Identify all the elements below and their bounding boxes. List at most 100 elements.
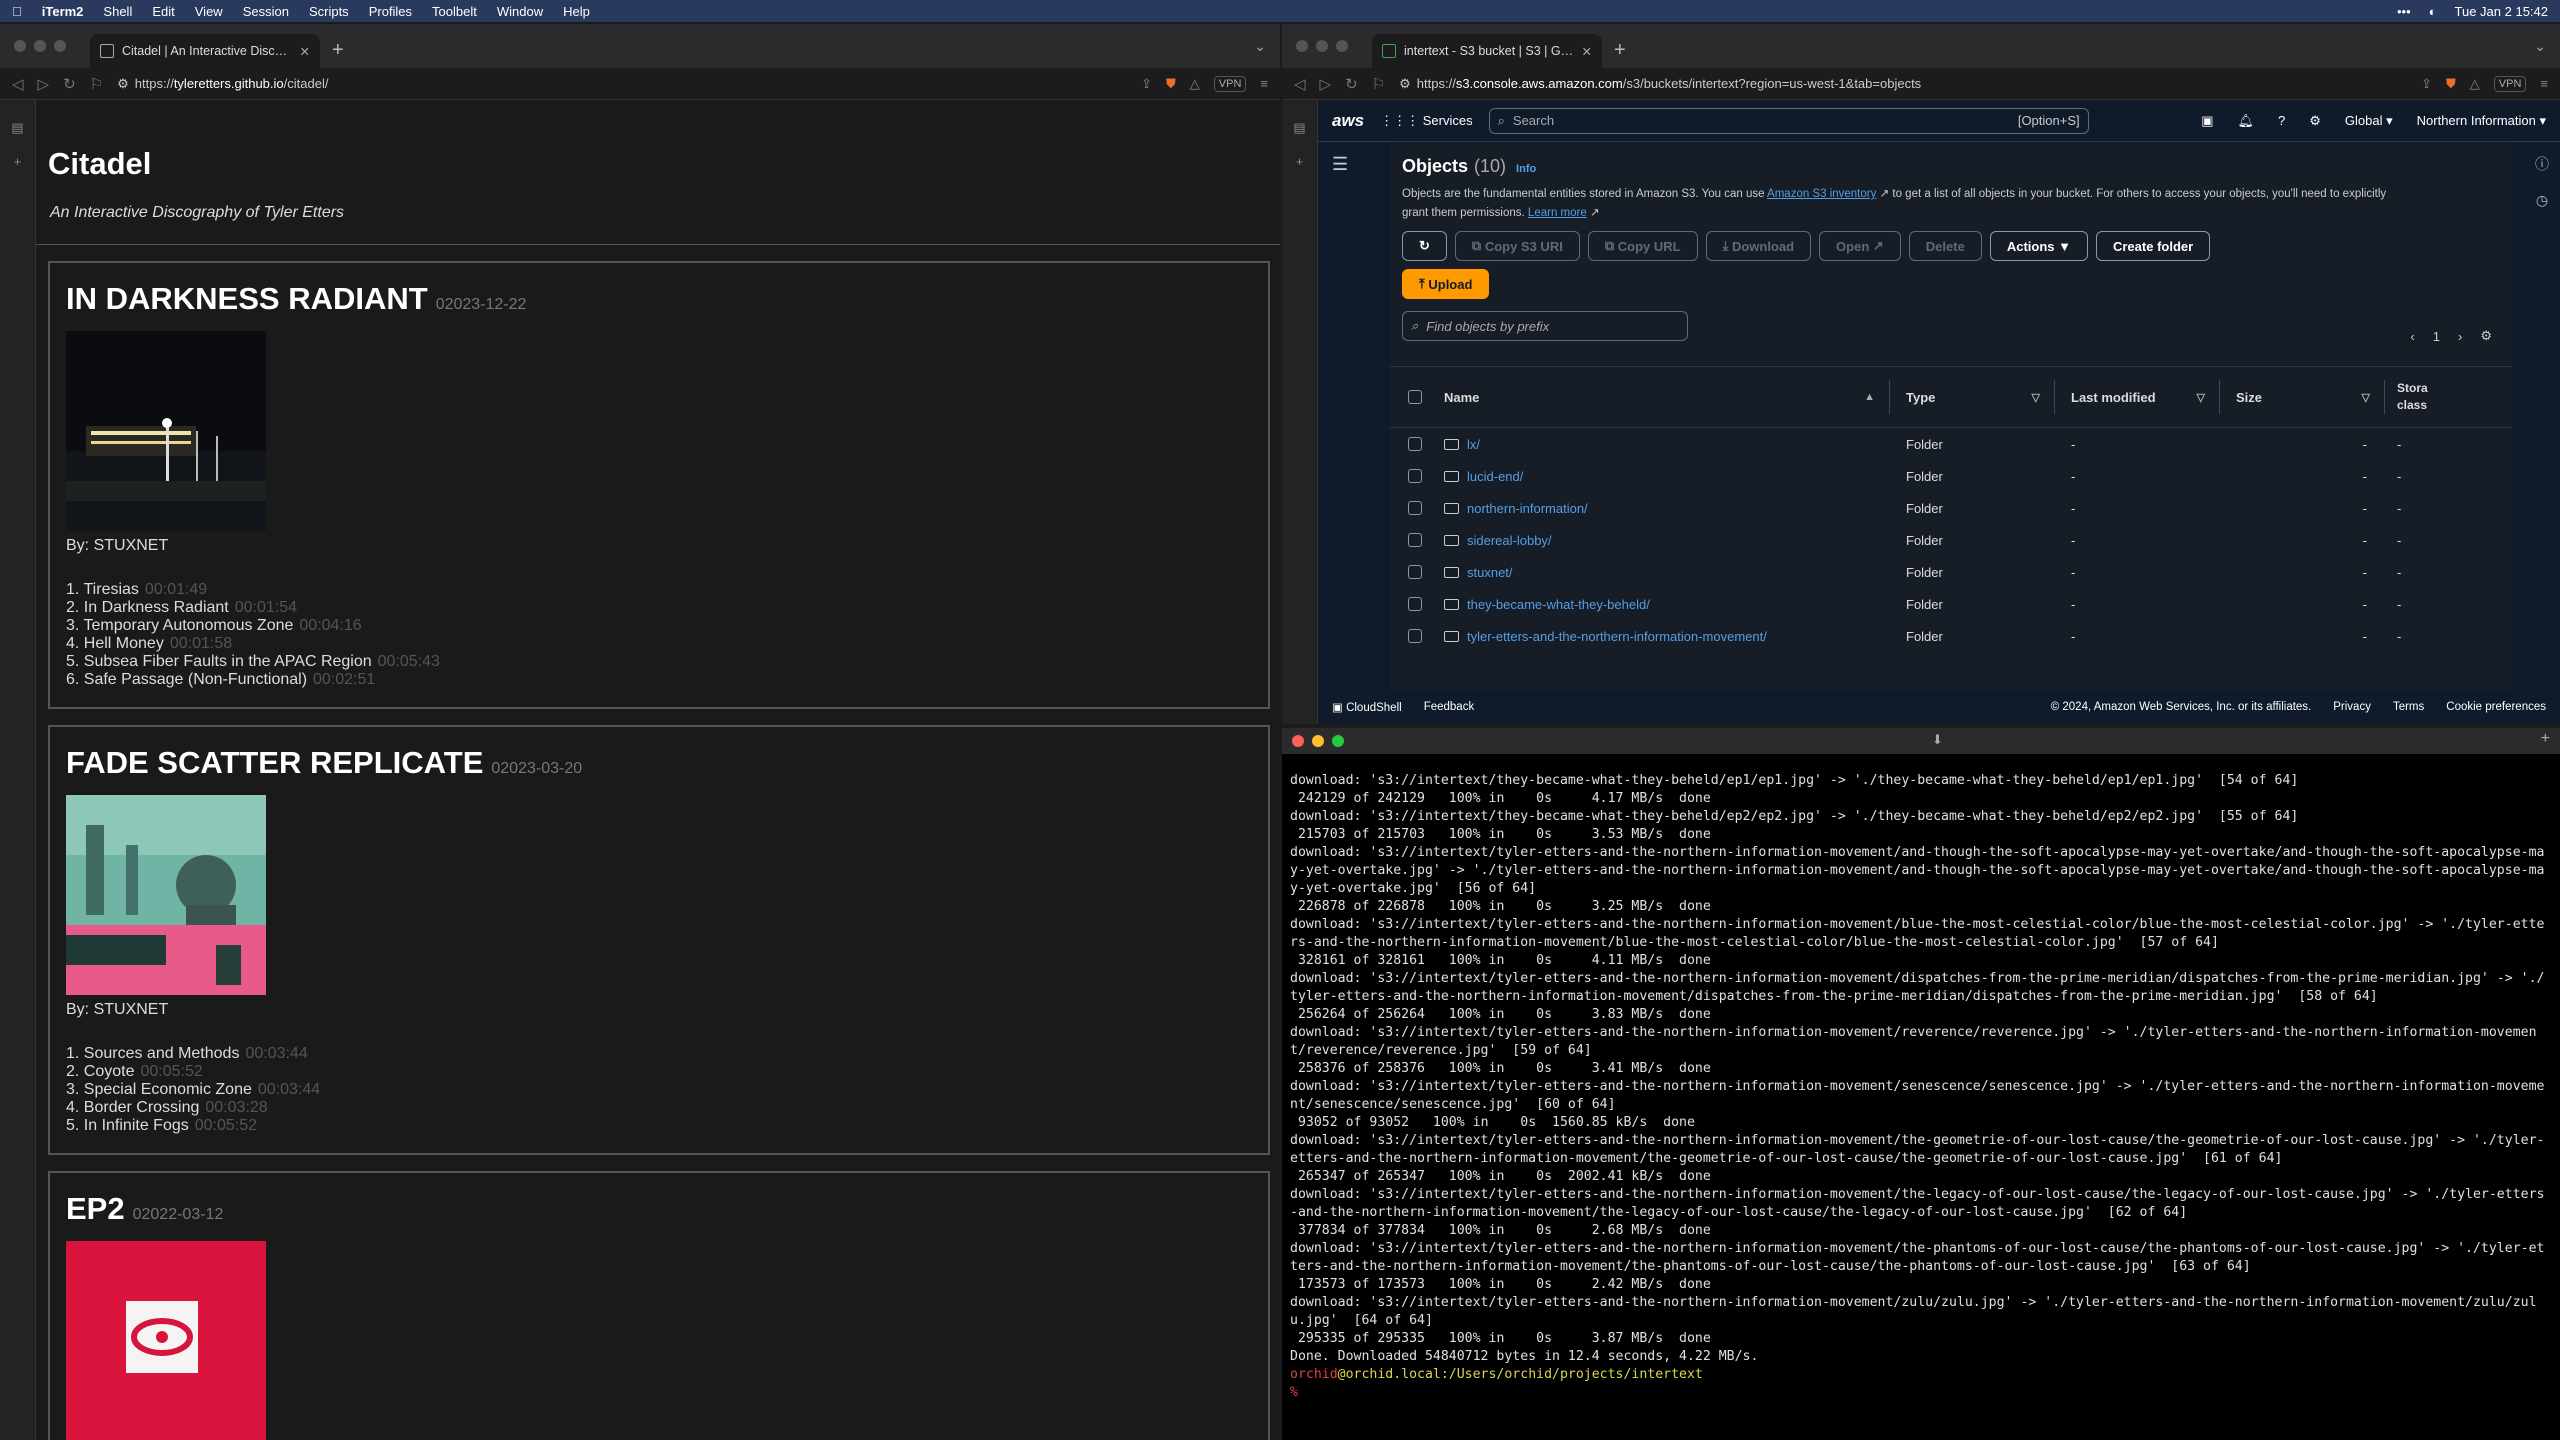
row-checkbox[interactable] (1408, 533, 1422, 547)
album-cover[interactable] (66, 795, 266, 995)
upload-button[interactable]: ⤒ Upload (1402, 269, 1490, 299)
col-type[interactable]: Type ▽ (1890, 380, 2055, 414)
gear-icon[interactable]: ⚙ (2309, 113, 2321, 129)
forward-icon[interactable]: ▷ (38, 75, 50, 93)
folder-link[interactable]: tyler-etters-and-the-northern-informatio… (1467, 629, 1767, 644)
row-checkbox[interactable] (1408, 501, 1422, 515)
privacy-link[interactable]: Privacy (2333, 701, 2371, 713)
control-center-icon[interactable]: ◐ (2429, 4, 2437, 19)
refresh-button[interactable]: ↻ (1402, 231, 1447, 261)
col-name[interactable]: Name ▲ (1440, 380, 1890, 414)
minimize-window-button[interactable] (34, 40, 46, 52)
folder-link[interactable]: sidereal-lobby/ (1467, 533, 1552, 548)
track-item[interactable]: 4. Border Crossing 00:03:28 (66, 1099, 1252, 1117)
track-item[interactable]: 2. In Darkness Radiant 00:01:54 (66, 599, 1252, 617)
track-item[interactable]: 5. In Infinite Fogs 00:05:52 (66, 1117, 1252, 1135)
url-field[interactable]: ⚙ https://s3.console.aws.amazon.com/s3/b… (1399, 72, 2407, 96)
close-tab-icon[interactable]: ✕ (1582, 44, 1592, 59)
row-checkbox[interactable] (1408, 565, 1422, 579)
reload-icon[interactable]: ↻ (63, 75, 76, 93)
col-modified[interactable]: Last modified ▽ (2055, 380, 2220, 414)
sidebar-panel-icon[interactable]: ▤ (1293, 120, 1305, 136)
apple-icon[interactable]:  (12, 4, 22, 19)
hamburger-icon[interactable]: ☰ (1318, 142, 1378, 690)
aws-search-input[interactable]: ⌕ Search [Option+S] (1488, 107, 2089, 134)
track-item[interactable]: 2. Coyote 00:05:52 (66, 1063, 1252, 1081)
more-icon[interactable]: ••• (2397, 4, 2411, 19)
row-checkbox[interactable] (1408, 597, 1422, 611)
cloudshell-link[interactable]: ▣ CloudShell (1332, 700, 1402, 714)
track-item[interactable]: 1. Tiresias 00:01:49 (66, 581, 1252, 599)
forward-icon[interactable]: ▷ (1320, 75, 1332, 93)
sidebar-add-icon[interactable]: + (1296, 154, 1304, 169)
share-icon[interactable]: ⇪ (2421, 76, 2432, 92)
menu-item-scripts[interactable]: Scripts (309, 4, 349, 19)
copy-s3-uri-button[interactable]: ⧉ Copy S3 URI (1454, 231, 1580, 261)
info-link[interactable]: Info (1516, 163, 1536, 175)
album-cover[interactable] (66, 1241, 266, 1440)
row-checkbox[interactable] (1408, 629, 1422, 643)
info-panel-icon[interactable]: ⓘ (2535, 154, 2549, 174)
next-page-icon[interactable]: › (2458, 329, 2462, 344)
prev-page-icon[interactable]: ‹ (2410, 329, 2414, 344)
actions-button[interactable]: Actions ▼ (1989, 231, 2088, 261)
folder-link[interactable]: stuxnet/ (1467, 565, 1513, 580)
track-item[interactable]: 4. Hell Money 00:01:58 (66, 635, 1252, 653)
menu-app-name[interactable]: iTerm2 (42, 4, 84, 19)
folder-link[interactable]: northern-information/ (1467, 501, 1588, 516)
menu-icon[interactable]: ≡ (2540, 76, 2548, 91)
folder-link[interactable]: they-became-what-they-beheld/ (1467, 597, 1650, 612)
tab-list-chevron-icon[interactable]: ⌄ (1254, 38, 1266, 55)
brave-shield-icon[interactable]: ⛊ (2446, 76, 2456, 92)
close-tab-icon[interactable]: ✕ (300, 44, 310, 59)
zoom-window-button[interactable] (1332, 735, 1344, 747)
menu-item-shell[interactable]: Shell (103, 4, 132, 19)
col-size[interactable]: Size ▽ (2220, 380, 2385, 414)
folder-link[interactable]: lx/ (1467, 437, 1480, 452)
open-button[interactable]: Open ↗ (1819, 231, 1901, 261)
inventory-link[interactable]: Amazon S3 inventory (1767, 188, 1876, 200)
track-item[interactable]: 6. Safe Passage (Non-Functional) 00:02:51 (66, 671, 1252, 689)
menu-icon[interactable]: ≡ (1260, 76, 1268, 91)
close-window-button[interactable] (1292, 735, 1304, 747)
download-button[interactable]: ⤓ Download (1705, 231, 1812, 261)
menu-item-profiles[interactable]: Profiles (369, 4, 412, 19)
album-cover[interactable] (66, 331, 266, 531)
terms-link[interactable]: Terms (2393, 701, 2424, 713)
reload-icon[interactable]: ↻ (1345, 75, 1358, 93)
tab-list-chevron-icon[interactable]: ⌄ (2534, 38, 2546, 55)
terminal-output[interactable]: download: 's3://intertext/they-became-wh… (1282, 754, 2560, 1402)
row-checkbox[interactable] (1408, 469, 1422, 483)
zoom-window-button[interactable] (1336, 40, 1348, 52)
tab-citadel[interactable]: Citadel | An Interactive Discogr... ✕ (90, 34, 320, 68)
back-icon[interactable]: ◁ (1294, 75, 1306, 93)
site-info-icon[interactable]: ⚙ (1399, 76, 1411, 92)
bookmark-icon[interactable]: ⚐ (1372, 75, 1385, 93)
cloudshell-icon[interactable]: ▣ (2201, 113, 2213, 129)
col-storage[interactable]: Stora class (2385, 380, 2428, 414)
aws-logo[interactable]: aws (1332, 111, 1364, 131)
folder-link[interactable]: lucid-end/ (1467, 469, 1523, 484)
create-folder-button[interactable]: Create folder (2095, 231, 2211, 261)
row-checkbox[interactable] (1408, 437, 1422, 451)
close-window-button[interactable] (14, 40, 26, 52)
minimize-window-button[interactable] (1316, 40, 1328, 52)
url-field[interactable]: ⚙ https://tyleretters.github.io/citadel/ (117, 72, 1127, 96)
feedback-link[interactable]: Feedback (1424, 701, 1475, 713)
menu-item-toolbelt[interactable]: Toolbelt (432, 4, 477, 19)
learn-more-link[interactable]: Learn more (1528, 207, 1587, 219)
history-icon[interactable]: ◷ (2536, 192, 2548, 209)
menu-item-edit[interactable]: Edit (152, 4, 174, 19)
vpn-button[interactable]: VPN (1213, 75, 1247, 92)
minimize-window-button[interactable] (1312, 735, 1324, 747)
menu-item-view[interactable]: View (195, 4, 223, 19)
new-tab-button[interactable]: + (332, 39, 344, 62)
bookmark-icon[interactable]: ⚐ (90, 75, 103, 93)
track-item[interactable]: 3. Special Economic Zone 00:03:44 (66, 1081, 1252, 1099)
back-icon[interactable]: ◁ (12, 75, 24, 93)
sidebar-add-icon[interactable]: + (14, 154, 22, 169)
menu-item-help[interactable]: Help (563, 4, 590, 19)
track-item[interactable]: 3. Temporary Autonomous Zone 00:04:16 (66, 617, 1252, 635)
share-icon[interactable]: ⇪ (1141, 76, 1152, 92)
region-selector[interactable]: Global ▾ (2345, 113, 2393, 129)
